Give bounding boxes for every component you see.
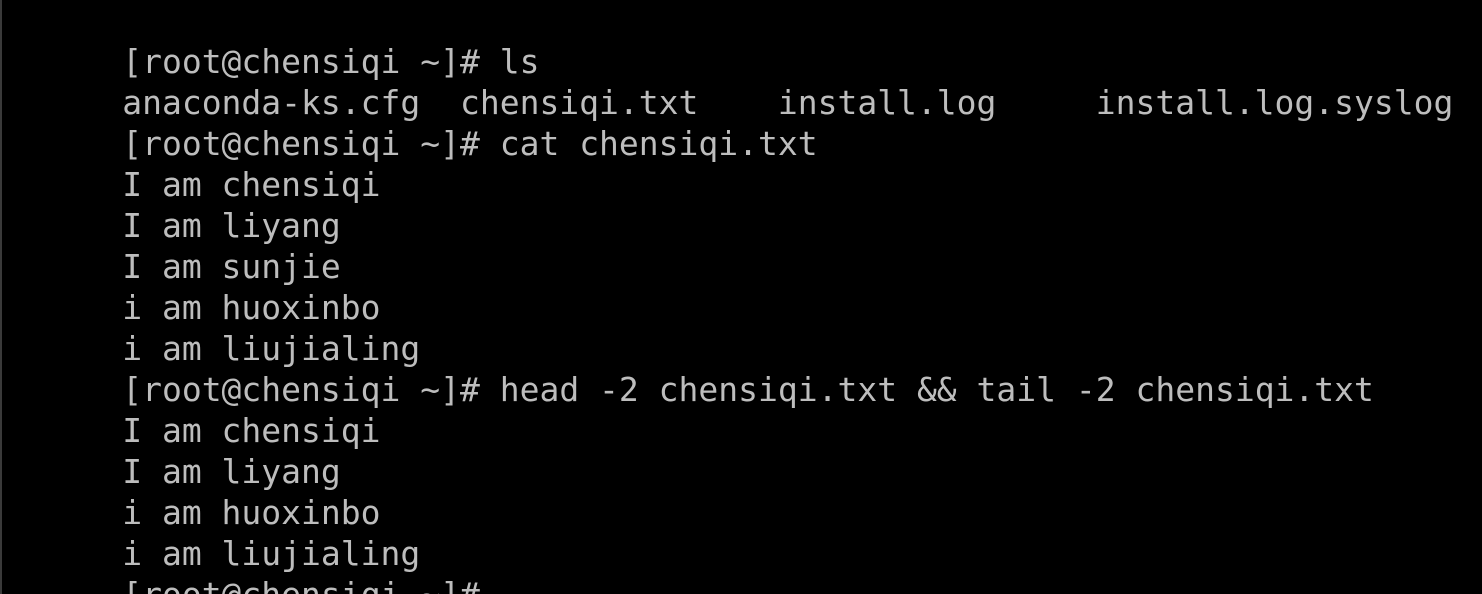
terminal-line-command: [root@chensiqi ~]# ls — [3, 0, 1479, 81]
output-text: I am liyang — [122, 206, 341, 245]
shell-prompt: [root@chensiqi ~]# — [122, 42, 500, 81]
output-text: I am chensiqi — [122, 411, 381, 450]
output-text: i am liujialing — [122, 329, 421, 368]
output-text: I am sunjie — [122, 247, 341, 286]
shell-prompt: [root@chensiqi ~]# — [122, 124, 500, 163]
shell-prompt: [root@chensiqi ~]# — [122, 575, 500, 594]
output-text: i am huoxinbo — [122, 493, 381, 532]
window-left-border — [0, 0, 2, 594]
command-text: cat chensiqi.txt — [499, 124, 818, 163]
command-text: head -2 chensiqi.txt && tail -2 chensiqi… — [499, 370, 1374, 409]
terminal-screen[interactable]: [root@chensiqi ~]# ls anaconda-ks.cfg ch… — [3, 0, 1479, 594]
output-text: i am liujialing — [122, 534, 421, 573]
ls-file-entries: anaconda-ks.cfg chensiqi.txt install.log… — [122, 83, 1482, 122]
output-text: i am huoxinbo — [122, 288, 381, 327]
output-text: I am liyang — [122, 452, 341, 491]
command-text: ls — [499, 42, 540, 81]
terminal-window[interactable]: [root@chensiqi ~]# ls anaconda-ks.cfg ch… — [0, 0, 1482, 594]
shell-prompt: [root@chensiqi ~]# — [122, 370, 500, 409]
output-text: I am chensiqi — [122, 165, 381, 204]
